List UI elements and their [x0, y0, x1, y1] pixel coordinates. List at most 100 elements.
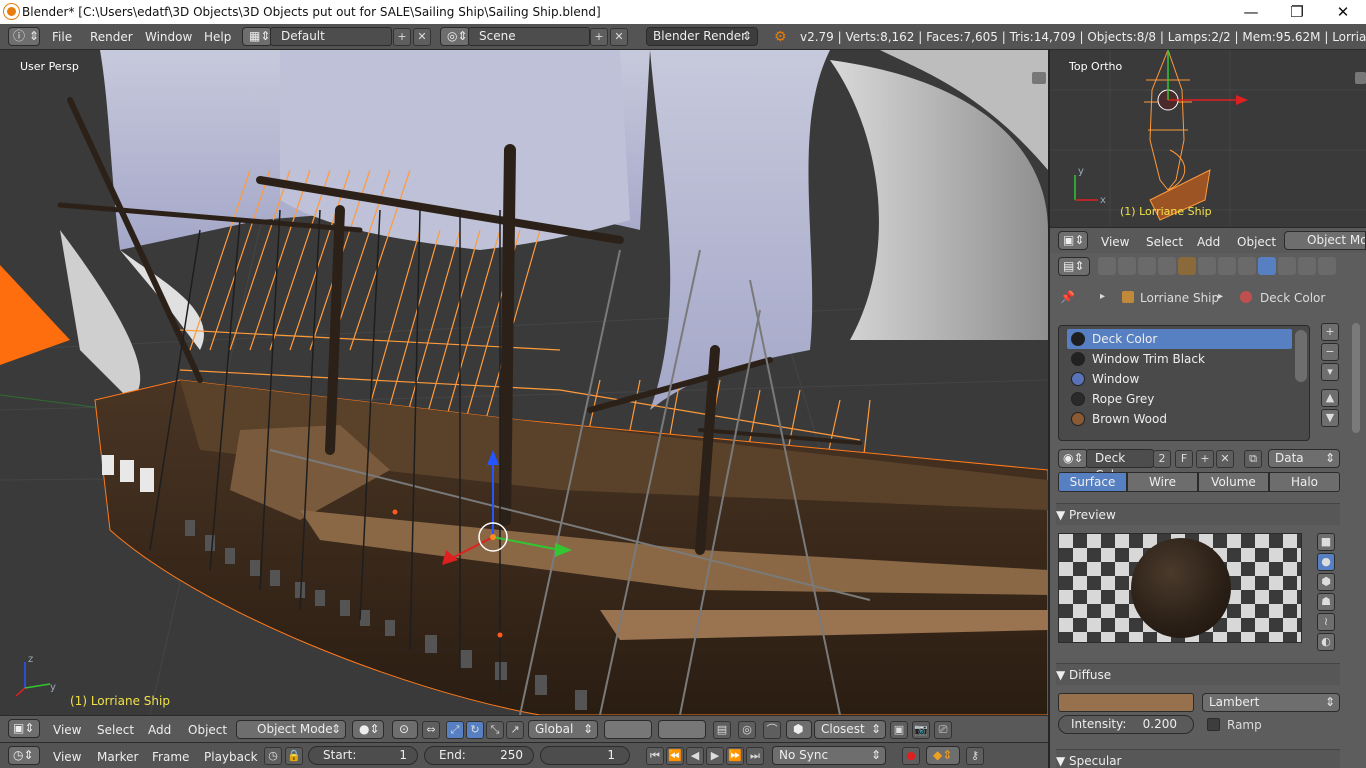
layers-grid-a[interactable] — [604, 720, 652, 739]
top-view-split-icon[interactable] — [1355, 72, 1366, 84]
scene-remove-icon[interactable]: ✕ — [610, 28, 628, 46]
material-node-icon[interactable]: ⧉ — [1244, 450, 1262, 468]
tab-halo[interactable]: Halo — [1269, 472, 1340, 492]
keying-set-dropdown[interactable]: ◆⇕ — [926, 746, 960, 765]
close-button[interactable]: ✕ — [1320, 0, 1366, 24]
editor-type-3d-button-2[interactable]: ▣⇕ — [1058, 231, 1088, 250]
breadcrumb-object[interactable]: Lorriane Ship — [1140, 291, 1219, 305]
jump-keyframe-back-icon[interactable]: ⏪ — [666, 747, 684, 765]
translate-icon[interactable]: ⤢ — [446, 721, 464, 739]
layout-name-field[interactable]: Default — [270, 27, 392, 46]
timeline-playback-menu[interactable]: Playback — [204, 750, 258, 764]
breadcrumb-material[interactable]: Deck Color — [1260, 291, 1325, 305]
layout-add-icon[interactable]: + — [393, 28, 411, 46]
editor-type-properties-button[interactable]: ▤⇕ — [1058, 257, 1090, 276]
preview-hair-icon[interactable]: ≀ — [1317, 613, 1335, 631]
ramp-checkbox[interactable] — [1207, 718, 1220, 731]
manipulator-toggle-icon[interactable]: ⇔ — [422, 721, 440, 739]
list-scrollbar[interactable] — [1295, 330, 1307, 382]
play-icon[interactable]: ▶ — [706, 747, 724, 765]
intensity-slider[interactable]: Intensity: 0.200 — [1058, 715, 1194, 734]
pivot-dropdown[interactable]: ⊙ — [392, 720, 418, 739]
add-menu[interactable]: Add — [148, 723, 171, 737]
preview-cube-icon[interactable]: ⬢ — [1317, 573, 1335, 591]
object-tab-icon[interactable] — [1178, 257, 1196, 275]
timeline-frame-menu[interactable]: Frame — [152, 750, 189, 764]
select-menu[interactable]: Select — [97, 723, 134, 737]
editor-type-3d-button[interactable]: ▣⇕ — [8, 719, 40, 738]
move-slot-up-icon[interactable]: ▲ — [1321, 389, 1339, 407]
render-tab-icon[interactable] — [1098, 257, 1116, 275]
layout-browse-button[interactable]: ▦⇕ — [242, 27, 272, 46]
lock-layers-icon[interactable]: ▤ — [713, 721, 731, 739]
render-engine-dropdown[interactable]: Blender Render ⇕ — [646, 27, 758, 46]
sync-mode-dropdown[interactable]: No Sync ⇕ — [772, 746, 886, 765]
material-name-field[interactable]: Deck Color — [1086, 449, 1154, 482]
3d-viewport[interactable]: z y User Persp (1) Lorriane Ship — [0, 50, 1048, 715]
opengl-render-icon[interactable]: ⎚ — [934, 721, 952, 739]
record-icon[interactable]: ● — [902, 747, 920, 765]
rotate-icon[interactable]: ↻ — [466, 721, 484, 739]
object-menu[interactable]: Object — [188, 723, 227, 737]
remove-slot-icon[interactable]: − — [1321, 343, 1339, 361]
lock-range-icon[interactable]: 🔒 — [285, 747, 303, 765]
top-add-menu[interactable]: Add — [1197, 235, 1220, 249]
material-slot[interactable]: Window — [1067, 369, 1292, 389]
maximize-button[interactable]: ❐ — [1274, 0, 1320, 24]
material-browse-button[interactable]: ◉⇕ — [1058, 449, 1088, 468]
jump-start-icon[interactable]: ⏮ — [646, 747, 664, 765]
preview-panel-header[interactable]: ▼ Preview — [1056, 503, 1340, 525]
add-slot-icon[interactable]: + — [1321, 323, 1339, 341]
material-users-count[interactable]: 2 — [1153, 450, 1171, 468]
camera-icon[interactable]: 📷 — [912, 721, 930, 739]
world-tab-icon[interactable] — [1158, 257, 1176, 275]
tab-wire[interactable]: Wire — [1127, 472, 1198, 492]
material-slot-list[interactable]: Deck Color Window Trim Black Window Rope… — [1058, 325, 1310, 441]
layers-grid-b[interactable] — [658, 720, 706, 739]
top-view-menu[interactable]: View — [1101, 235, 1129, 249]
top-mode-dropdown[interactable]: Object Mode — [1284, 231, 1366, 250]
render-layers-tab-icon[interactable] — [1118, 257, 1136, 275]
preview-range-icon[interactable]: ◷ — [264, 747, 282, 765]
texture-tab-icon[interactable] — [1278, 257, 1296, 275]
unlink-material-icon[interactable]: ✕ — [1216, 450, 1234, 468]
properties-scrollbar[interactable] — [1352, 323, 1360, 433]
particles-tab-icon[interactable] — [1298, 257, 1316, 275]
fake-user-toggle[interactable]: F — [1175, 450, 1193, 468]
editor-type-info-button[interactable]: ⓘ ⇕ — [8, 27, 40, 46]
snap-target-dropdown[interactable]: Closest ⇕ — [814, 720, 886, 739]
new-material-icon[interactable]: + — [1196, 450, 1214, 468]
scene-tab-icon[interactable] — [1138, 257, 1156, 275]
preview-monkey-icon[interactable]: ☗ — [1317, 593, 1335, 611]
material-slot[interactable]: Rope Grey — [1067, 389, 1292, 409]
view-menu[interactable]: View — [53, 723, 81, 737]
scale-icon[interactable]: ⤡ — [486, 721, 504, 739]
layout-remove-icon[interactable]: ✕ — [413, 28, 431, 46]
top-select-menu[interactable]: Select — [1146, 235, 1183, 249]
timeline-marker-menu[interactable]: Marker — [97, 750, 138, 764]
keying-icon[interactable]: ⚷ — [966, 747, 984, 765]
constraints-tab-icon[interactable] — [1198, 257, 1216, 275]
physics-tab-icon[interactable] — [1318, 257, 1336, 275]
diffuse-color-swatch[interactable] — [1058, 693, 1194, 712]
mode-dropdown[interactable]: Object Mode ⇕ — [236, 720, 346, 739]
menu-file[interactable]: File — [52, 30, 72, 44]
modifiers-tab-icon[interactable] — [1218, 257, 1236, 275]
top-object-menu[interactable]: Object — [1237, 235, 1276, 249]
snap-element-dropdown[interactable]: ⬢ — [786, 720, 812, 739]
menu-window[interactable]: Window — [145, 30, 192, 44]
jump-end-icon[interactable]: ⏭ — [746, 747, 764, 765]
viewport-split-icon[interactable] — [1032, 72, 1046, 84]
move-slot-down-icon[interactable]: ▼ — [1321, 409, 1339, 427]
proportional-edit-icon[interactable]: ◎ — [738, 721, 756, 739]
slot-specials-icon[interactable]: ▾ — [1321, 363, 1339, 381]
end-frame-field[interactable]: End: 250 — [424, 746, 534, 765]
diffuse-shader-dropdown[interactable]: Lambert ⇕ — [1202, 693, 1340, 712]
manipulator-extra-icon[interactable]: ↗ — [506, 721, 524, 739]
play-reverse-icon[interactable]: ◀ — [686, 747, 704, 765]
preview-sphere-icon[interactable]: ● — [1317, 553, 1335, 571]
scene-name-field[interactable]: Scene — [468, 27, 590, 46]
scene-add-icon[interactable]: + — [590, 28, 608, 46]
timeline-view-menu[interactable]: View — [53, 750, 81, 764]
specular-panel-header[interactable]: ▼ Specular — [1056, 749, 1340, 768]
